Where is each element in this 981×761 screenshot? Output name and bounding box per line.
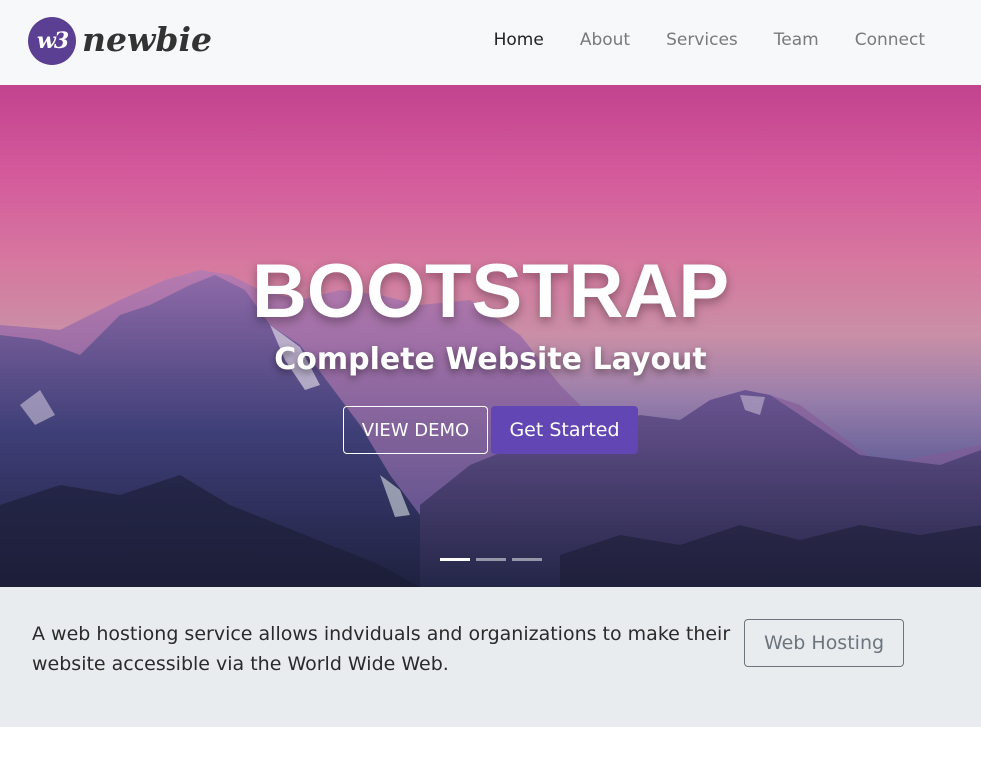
brand-wordmark: newbie (82, 19, 213, 59)
nav-link-about[interactable]: About (580, 30, 630, 50)
nav-link-services[interactable]: Services (666, 30, 738, 50)
jumbotron: A web hostiong service allows indviduals… (0, 587, 981, 727)
hero-subtitle: Complete Website Layout (274, 342, 707, 377)
carousel-indicator-2[interactable] (476, 558, 506, 561)
hero-carousel: BOOTSTRAP Complete Website Layout VIEW D… (0, 85, 981, 587)
nav-link-team[interactable]: Team (774, 30, 819, 50)
carousel-indicator-1[interactable] (440, 558, 470, 561)
hero-title: BOOTSTRAP (251, 249, 730, 334)
mountain-background-image (0, 270, 981, 587)
web-hosting-button[interactable]: Web Hosting (744, 619, 904, 667)
navbar: w3 newbie Home About Services Team Conne… (0, 0, 981, 85)
nav-links: Home About Services Team Connect (458, 30, 925, 50)
carousel-indicator-3[interactable] (512, 558, 542, 561)
view-demo-button[interactable]: VIEW DEMO (343, 406, 488, 454)
brand-mark-icon: w3 (28, 17, 76, 65)
hero-button-group: VIEW DEMO Get Started (343, 406, 638, 454)
carousel-indicators (440, 558, 548, 561)
nav-link-home[interactable]: Home (494, 30, 544, 50)
nav-link-connect[interactable]: Connect (855, 30, 925, 50)
get-started-button[interactable]: Get Started (491, 406, 638, 454)
jumbotron-text: A web hostiong service allows indviduals… (32, 623, 731, 675)
brand-logo[interactable]: w3 newbie (28, 17, 212, 65)
